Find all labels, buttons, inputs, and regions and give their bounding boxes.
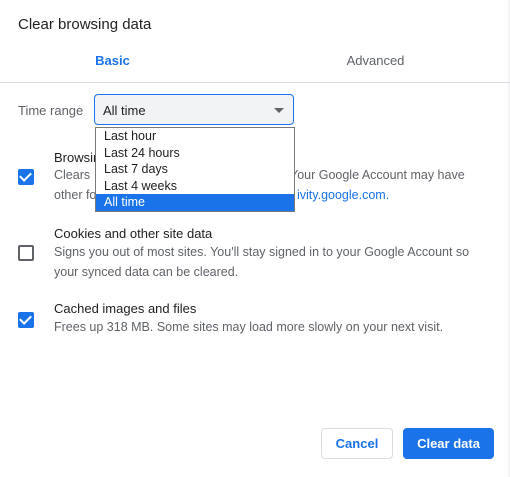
checkmark-icon xyxy=(19,312,32,325)
browsing-history-desc-left: Clears xyxy=(54,168,91,182)
my-activity-link[interactable]: ivity.google.com. xyxy=(297,188,389,202)
dialog-title: Clear browsing data xyxy=(18,16,152,33)
browsing-history-desc-right: Your Google Account may have xyxy=(290,168,465,182)
browsing-history-title: Browsin xyxy=(54,150,101,165)
tab-bar: Basic Advanced xyxy=(0,44,510,83)
checkmark-icon xyxy=(19,169,32,182)
cancel-button[interactable]: Cancel xyxy=(321,428,393,459)
tab-basic[interactable]: Basic xyxy=(0,44,240,82)
cached-images-checkbox[interactable] xyxy=(18,312,34,328)
cookies-description: Signs you out of most sites. You'll stay… xyxy=(54,245,470,279)
cached-images-title: Cached images and files xyxy=(54,301,197,316)
option-last-24-hours[interactable]: Last 24 hours xyxy=(96,145,294,162)
option-last-4-weeks[interactable]: Last 4 weeks xyxy=(96,178,294,195)
time-range-row: Time range All time xyxy=(18,94,308,126)
option-all-time[interactable]: All time xyxy=(96,194,294,211)
option-last-7-days[interactable]: Last 7 days xyxy=(96,161,294,178)
time-range-selected-value: All time xyxy=(103,103,146,118)
browsing-history-desc-left-2: other fo xyxy=(54,188,97,202)
time-range-select[interactable]: All time xyxy=(94,94,294,125)
option-last-hour[interactable]: Last hour xyxy=(96,128,294,145)
time-range-dropdown-list: Last hour Last 24 hours Last 7 days Last… xyxy=(95,127,295,212)
dropdown-arrow-icon xyxy=(274,108,284,113)
cached-images-description: Frees up 318 MB. Some sites may load mor… xyxy=(54,320,444,334)
cookies-title: Cookies and other site data xyxy=(54,226,213,241)
cookies-checkbox[interactable] xyxy=(18,245,34,261)
clear-data-button[interactable]: Clear data xyxy=(403,428,494,459)
browsing-history-checkbox[interactable] xyxy=(18,169,34,185)
time-range-label: Time range xyxy=(18,103,84,118)
tab-advanced[interactable]: Advanced xyxy=(248,44,503,82)
clear-browsing-data-dialog: Clear browsing data Basic Advanced Time … xyxy=(0,0,510,477)
